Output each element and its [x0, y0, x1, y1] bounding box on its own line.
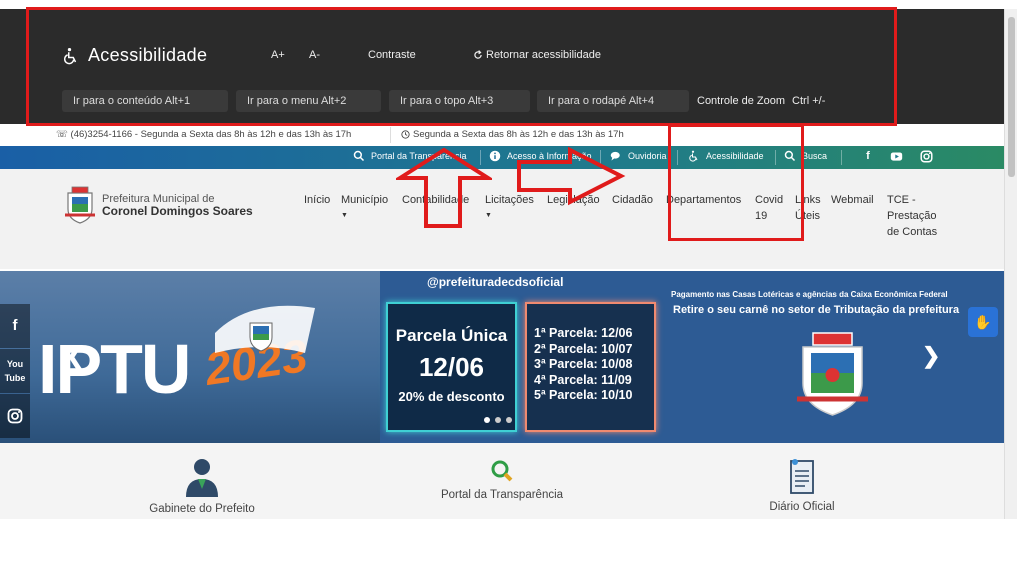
- top-nav-strip: Portal da Transparência Acesso à Informa…: [0, 146, 1004, 169]
- chevron-down-icon: ▼: [485, 212, 492, 219]
- quick-link-diario-oficial[interactable]: Diário Oficial: [758, 443, 846, 513]
- document-icon: [790, 459, 814, 494]
- menu-item-tce[interactable]: TCE - Prestação de Contas: [887, 192, 945, 240]
- phone-hours-text: ☏ (46)3254-1166 - Segunda a Sexta das 8h…: [56, 129, 352, 140]
- carousel-dots: [484, 417, 512, 423]
- facebook-icon[interactable]: f: [0, 304, 30, 348]
- flag-graphic: [215, 305, 315, 353]
- youtube-icon[interactable]: You Tube: [0, 349, 30, 393]
- carousel-next-button[interactable]: ❯: [922, 343, 940, 369]
- info-line: ☏ (46)3254-1166 - Segunda a Sexta das 8h…: [0, 124, 1004, 146]
- scrollbar-thumb[interactable]: [1008, 17, 1015, 177]
- menu-item-webmail[interactable]: Webmail: [831, 192, 874, 208]
- quick-links: Gabinete do Prefeito Portal da Transparê…: [0, 443, 1004, 519]
- instagram-handle: @prefeituradecdsoficial: [427, 275, 564, 289]
- annotation-box-accessibility-bar: [26, 7, 897, 126]
- menu-item-municipio[interactable]: Município ▼: [341, 192, 388, 224]
- installments-card: 1ª Parcela: 12/06 2ª Parcela: 10/07 3ª P…: [525, 302, 656, 432]
- chevron-down-icon: ▼: [341, 212, 348, 219]
- iptu-banner[interactable]: IPTU 2023 f You Tube ❮ @prefeituradecdsof…: [0, 271, 1004, 443]
- quick-link-gabinete[interactable]: Gabinete do Prefeito: [144, 443, 260, 515]
- magnifier-icon: [491, 460, 513, 482]
- payment-info-text: Pagamento nas Casas Lotéricas e agências…: [671, 290, 948, 299]
- hours-text: Segunda a Sexta das 8h às 12h e das 13h …: [401, 129, 624, 140]
- person-icon: [186, 459, 218, 497]
- carousel-prev-button[interactable]: ❮: [66, 343, 84, 369]
- annotation-arrow-right: [517, 146, 626, 206]
- search-icon: [353, 150, 365, 162]
- quick-link-transparencia[interactable]: Portal da Transparência: [432, 443, 572, 501]
- carousel-dot[interactable]: [495, 417, 501, 423]
- carousel-dot[interactable]: [484, 417, 490, 423]
- annotation-box-accessibility-link: [668, 124, 804, 241]
- clock-icon: [401, 130, 410, 139]
- banner-iptu-text: IPTU: [38, 330, 191, 408]
- municipal-crest-icon: [797, 332, 868, 416]
- site-logo[interactable]: Prefeitura Municipal de Coronel Domingos…: [64, 185, 253, 225]
- menu-item-inicio[interactable]: Início: [304, 192, 330, 208]
- youtube-icon[interactable]: [888, 150, 904, 166]
- municipal-crest-icon: [65, 186, 95, 224]
- logo-text: Prefeitura Municipal de Coronel Domingos…: [102, 192, 253, 218]
- carousel-dot[interactable]: [506, 417, 512, 423]
- pickup-info-text: Retire o seu carnê no setor de Tributaçã…: [673, 304, 960, 316]
- single-payment-card: Parcela Única 12/06 20% de desconto: [386, 302, 517, 432]
- page-scrollbar[interactable]: [1004, 9, 1017, 519]
- divider: [390, 127, 391, 143]
- sign-language-icon[interactable]: ✋: [968, 307, 998, 337]
- facebook-icon[interactable]: f: [860, 150, 876, 162]
- annotation-arrow-up: [396, 148, 492, 228]
- site-header: Prefeitura Municipal de Coronel Domingos…: [0, 169, 1004, 269]
- divider: [841, 150, 842, 165]
- instagram-icon[interactable]: [918, 150, 934, 166]
- page-root: Acessibilidade A+ A- Contraste Retornar …: [0, 0, 1017, 587]
- instagram-icon[interactable]: [0, 394, 30, 438]
